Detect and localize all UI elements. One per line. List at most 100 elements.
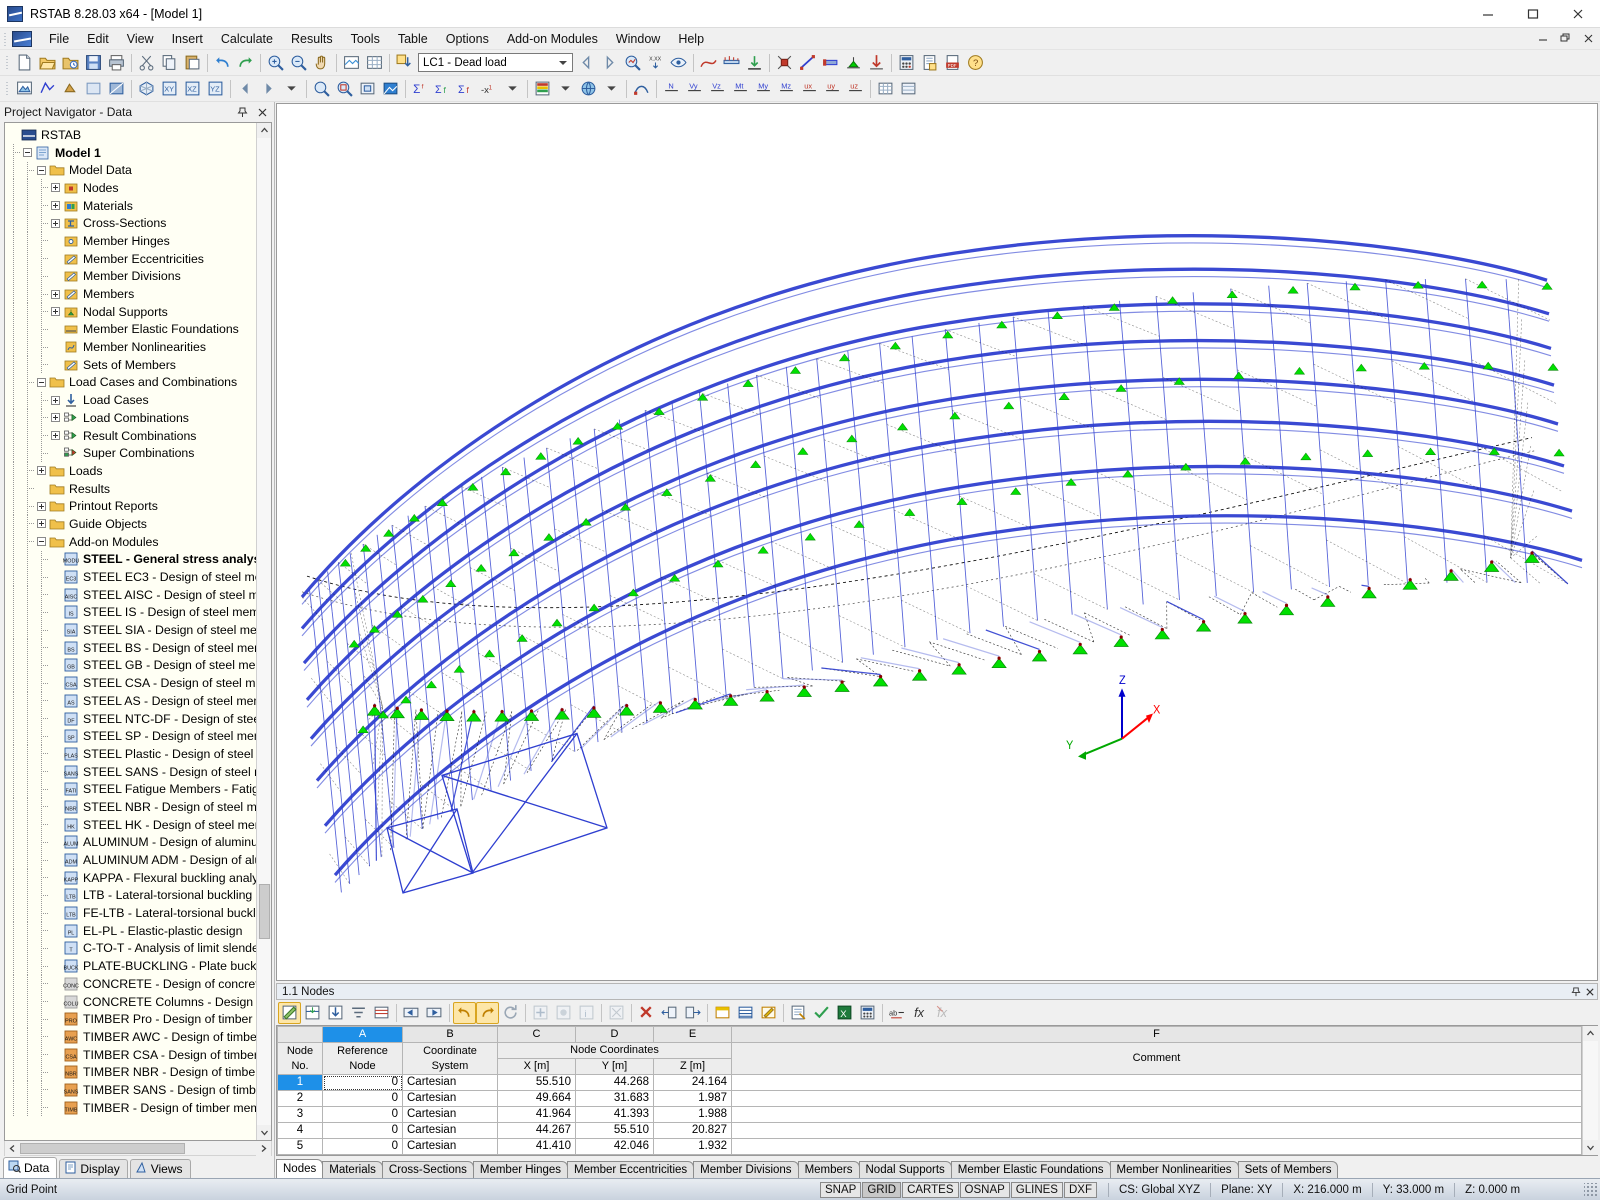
- cell-coordinate-system[interactable]: Cartesian: [403, 1075, 498, 1091]
- cell-reference-node[interactable]: 0: [323, 1139, 403, 1155]
- globe-dropdown-button[interactable]: [600, 78, 623, 100]
- view-transparent-button[interactable]: [82, 78, 105, 100]
- cell-reference-node[interactable]: 0: [323, 1107, 403, 1123]
- table-redo-button[interactable]: [476, 1002, 499, 1024]
- tree-item-fe-ltb-lateral-torsional-buckling[interactable]: LTBFE-LTB - Lateral-torsional buckling: [7, 904, 256, 922]
- tree-expander-minus[interactable]: [35, 374, 49, 391]
- column-width-button[interactable]: [711, 1002, 734, 1024]
- cell-z[interactable]: 24.164: [654, 1075, 732, 1091]
- menu-table[interactable]: Table: [389, 30, 437, 48]
- navigator-tab-data[interactable]: Data: [3, 1157, 57, 1178]
- export-pdf-button[interactable]: PDF: [941, 52, 964, 74]
- tree-item-nodal-supports[interactable]: Nodal Supports: [7, 303, 256, 321]
- tree-item-steel-general-stress-analysis-of[interactable]: MODUSTEEL - General stress analysis of: [7, 551, 256, 569]
- status-toggle-glines[interactable]: GLINES: [1011, 1182, 1063, 1198]
- view-yz-button[interactable]: YZ: [204, 78, 227, 100]
- deflection-uz-button[interactable]: uz: [844, 78, 867, 100]
- deflection-ux-button[interactable]: ux: [798, 78, 821, 100]
- cell-y[interactable]: 55.510: [576, 1123, 654, 1139]
- render-toggle-button[interactable]: [379, 78, 402, 100]
- append-row-button[interactable]: [324, 1002, 347, 1024]
- edit-table-button[interactable]: [278, 1002, 301, 1024]
- minimize-button[interactable]: [1465, 0, 1510, 28]
- menu-calculate[interactable]: Calculate: [212, 30, 282, 48]
- maximize-button[interactable]: [1510, 0, 1555, 28]
- tree-item-guide-objects[interactable]: Guide Objects: [7, 515, 256, 533]
- nodes-table[interactable]: A B C D E F Node: [277, 1026, 1582, 1155]
- table-tab-member-elastic-foundations[interactable]: Member Elastic Foundations: [951, 1161, 1111, 1178]
- tree-item-member-eccentricities[interactable]: Member Eccentricities: [7, 250, 256, 268]
- tree-item-steel-sp-design-of-steel-membe[interactable]: SPSTEEL SP - Design of steel membe: [7, 727, 256, 745]
- close-button[interactable]: [1555, 0, 1600, 28]
- undo-button[interactable]: [211, 52, 234, 74]
- menu-edit[interactable]: Edit: [78, 30, 118, 48]
- calculator-button[interactable]: [856, 1002, 879, 1024]
- table-filter-button[interactable]: [347, 1002, 370, 1024]
- tree-item-rstab[interactable]: RSTAB: [7, 126, 256, 144]
- tree-item-super-combinations[interactable]: Super Combinations: [7, 444, 256, 462]
- redo-button[interactable]: [234, 52, 257, 74]
- paste-button[interactable]: [181, 52, 204, 74]
- scroll-thumb[interactable]: [259, 884, 270, 939]
- table-undo-button[interactable]: [453, 1002, 476, 1024]
- zoom-previous-button[interactable]: [356, 78, 379, 100]
- render-model-button[interactable]: [340, 52, 363, 74]
- tree-item-nodes[interactable]: Nodes: [7, 179, 256, 197]
- zoom-in-button[interactable]: [264, 52, 287, 74]
- cell-y[interactable]: 42.046: [576, 1139, 654, 1155]
- chevron-down-icon[interactable]: [555, 55, 570, 70]
- new-file-button[interactable]: [13, 52, 36, 74]
- show-moment-button[interactable]: Σf: [455, 78, 478, 100]
- cell-comment[interactable]: [732, 1107, 1582, 1123]
- show-deformation-sum-button[interactable]: Σf: [409, 78, 432, 100]
- tree-item-member-nonlinearities[interactable]: Member Nonlinearities: [7, 338, 256, 356]
- tree-item-cross-sections[interactable]: Cross-Sections: [7, 214, 256, 232]
- tree-item-steel-is-design-of-steel-member[interactable]: ISSTEEL IS - Design of steel member: [7, 604, 256, 622]
- export-excel-button[interactable]: X: [833, 1002, 856, 1024]
- menu-window[interactable]: Window: [607, 30, 669, 48]
- show-table-button[interactable]: [874, 78, 897, 100]
- model-viewport[interactable]: Z Y X: [276, 103, 1598, 981]
- deflection-uy-button[interactable]: uy: [821, 78, 844, 100]
- cell-node-no[interactable]: 3: [278, 1107, 323, 1123]
- table-close-icon[interactable]: [1583, 985, 1597, 999]
- tree-expander-plus[interactable]: [49, 197, 63, 214]
- new-load-button[interactable]: [865, 52, 888, 74]
- mdi-close-button[interactable]: [1576, 30, 1600, 48]
- tree-item-steel-fatigue-members-fatigue[interactable]: FATISTEEL Fatigue Members - Fatigue: [7, 780, 256, 798]
- open-file-button[interactable]: [36, 52, 59, 74]
- zoom-window-button[interactable]: [310, 78, 333, 100]
- cell-z[interactable]: 1.988: [654, 1107, 732, 1123]
- tree-expander-plus[interactable]: [49, 303, 63, 320]
- result-values-button[interactable]: X.XX: [644, 52, 667, 74]
- status-toggles[interactable]: SNAPGRIDCARTESOSNAPGLINESDXF: [820, 1182, 1098, 1198]
- scroll-track-bottom[interactable]: [257, 939, 272, 1125]
- table-tabs[interactable]: NodesMaterialsCross-SectionsMember Hinge…: [276, 1158, 1598, 1178]
- status-toggle-dxf[interactable]: DXF: [1064, 1182, 1097, 1198]
- menu-tools[interactable]: Tools: [342, 30, 389, 48]
- table-vertical-scrollbar[interactable]: [1582, 1026, 1597, 1155]
- new-support-button[interactable]: [842, 52, 865, 74]
- tree-item-materials[interactable]: Materials: [7, 197, 256, 215]
- scroll-up-icon[interactable]: [257, 123, 272, 138]
- zoom-out-button[interactable]: [287, 52, 310, 74]
- scroll-left-icon[interactable]: [5, 1141, 20, 1156]
- cell-x[interactable]: 44.267: [498, 1123, 576, 1139]
- cell-comment[interactable]: [732, 1091, 1582, 1107]
- new-member-button[interactable]: [819, 52, 842, 74]
- table-tab-member-eccentricities[interactable]: Member Eccentricities: [567, 1161, 694, 1178]
- node-info-button[interactable]: i: [575, 1002, 598, 1024]
- view-model-button[interactable]: [13, 78, 36, 100]
- tree-expander-plus[interactable]: [49, 215, 63, 232]
- member-forces-vz-button[interactable]: Vz: [706, 78, 729, 100]
- tree-item-steel-plastic-design-of-steel-mer[interactable]: PLASSTEEL Plastic - Design of steel mer: [7, 745, 256, 763]
- formula-button[interactable]: fx: [909, 1002, 932, 1024]
- table-tab-members[interactable]: Members: [798, 1161, 860, 1178]
- cell-coordinate-system[interactable]: Cartesian: [403, 1091, 498, 1107]
- delete-right-button[interactable]: [681, 1002, 704, 1024]
- tree-item-timber-pro-design-of-timber-me[interactable]: PROTIMBER Pro - Design of timber me: [7, 1010, 256, 1028]
- show-grid-button[interactable]: [897, 78, 920, 100]
- show-nodal-forces-button[interactable]: Σf: [432, 78, 455, 100]
- show-results-button[interactable]: [621, 52, 644, 74]
- tree-item-timber-sans-design-of-timber-r[interactable]: SANSTIMBER SANS - Design of timber r: [7, 1081, 256, 1099]
